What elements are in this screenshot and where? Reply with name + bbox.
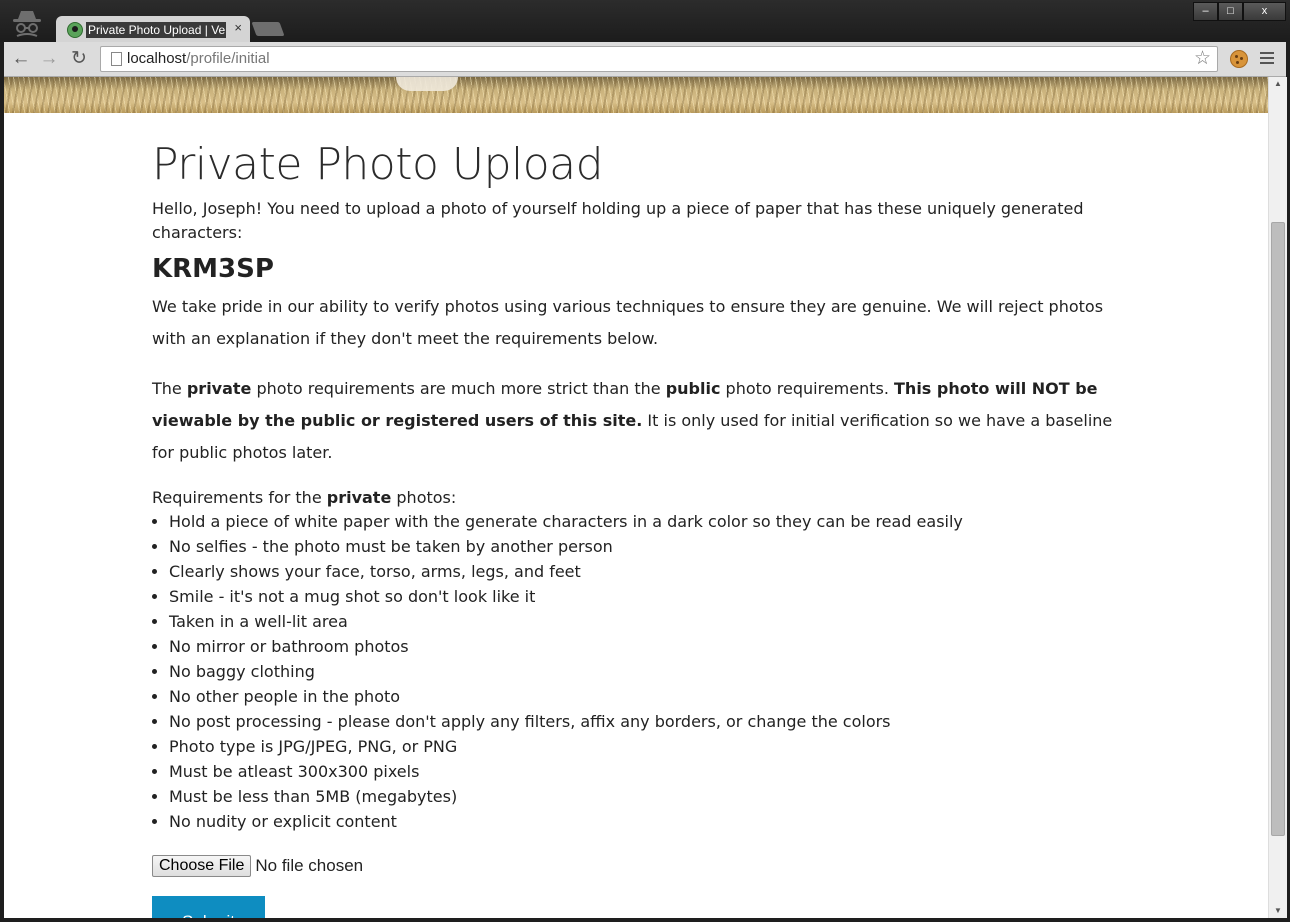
- new-tab-button[interactable]: [251, 22, 285, 36]
- main-content: Private Photo Upload Hello, Joseph! You …: [152, 113, 1132, 918]
- submit-button[interactable]: Submit: [152, 896, 265, 918]
- page-title: Private Photo Upload: [152, 139, 604, 190]
- cookie-extension-icon[interactable]: [1230, 50, 1248, 68]
- vertical-scrollbar[interactable]: ▲ ▼: [1268, 77, 1287, 918]
- file-input-row: Choose File No file chosen: [152, 855, 1132, 879]
- scroll-up-arrow-icon[interactable]: ▲: [1269, 77, 1287, 91]
- choose-file-button[interactable]: Choose File: [152, 855, 252, 877]
- header-banner-image: [4, 77, 1268, 113]
- url-host: localhost: [127, 50, 187, 67]
- page-icon: [111, 52, 122, 66]
- window-maximize-button[interactable]: □: [1218, 2, 1243, 21]
- req-intro-bold: private: [326, 488, 392, 507]
- file-status-text: No file chosen: [255, 856, 364, 875]
- requirement-item: No mirror or bathroom photos: [169, 634, 1132, 659]
- bookmark-star-icon[interactable]: ☆: [1194, 47, 1211, 70]
- verification-code: KRM3SP: [152, 254, 274, 284]
- strict-text-2: photo requirements are much more strict …: [251, 379, 666, 398]
- requirement-item: No other people in the photo: [169, 684, 1132, 709]
- greeting-text: Hello, Joseph! You need to upload a phot…: [152, 199, 1084, 242]
- url-text[interactable]: localhost/profile/initial: [127, 50, 270, 67]
- forward-icon[interactable]: →: [38, 48, 60, 70]
- strict-bold-public: public: [665, 379, 721, 398]
- requirement-item: Hold a piece of white paper with the gen…: [169, 509, 1132, 534]
- requirements-list: Hold a piece of white paper with the gen…: [152, 509, 1132, 834]
- window-titlebar: Private Photo Upload | Ve × – □ x: [0, 0, 1290, 44]
- strict-requirements-paragraph: The private photo requirements are much …: [152, 373, 1132, 469]
- requirement-item: Photo type is JPG/JPEG, PNG, or PNG: [169, 734, 1132, 759]
- browser-toolbar: ← → ↻ localhost/profile/initial ☆: [4, 42, 1286, 77]
- menu-icon[interactable]: [1260, 52, 1274, 67]
- incognito-icon: [13, 11, 41, 37]
- requirement-item: Taken in a well-lit area: [169, 609, 1132, 634]
- strict-text-3: photo requirements.: [720, 379, 895, 398]
- requirement-item: No selfies - the photo must be taken by …: [169, 534, 1132, 559]
- requirement-item: No nudity or explicit content: [169, 809, 1132, 834]
- scroll-down-arrow-icon[interactable]: ▼: [1269, 904, 1287, 918]
- req-intro-text-2: photos:: [391, 488, 457, 507]
- intro-paragraph: We take pride in our ability to verify p…: [152, 297, 1104, 348]
- address-bar[interactable]: localhost/profile/initial ☆: [100, 46, 1218, 72]
- scrollbar-thumb[interactable]: [1271, 222, 1285, 836]
- page-viewport: Private Photo Upload Hello, Joseph! You …: [4, 77, 1268, 918]
- back-icon[interactable]: ←: [10, 48, 32, 70]
- browser-tab[interactable]: Private Photo Upload | Ve ×: [56, 16, 250, 44]
- strict-bold-private: private: [186, 379, 252, 398]
- tab-close-icon[interactable]: ×: [234, 20, 242, 35]
- window-minimize-button[interactable]: –: [1193, 2, 1218, 21]
- site-favicon-icon: [67, 22, 83, 38]
- reload-icon[interactable]: ↻: [68, 48, 90, 70]
- strict-text-1: The: [152, 379, 187, 398]
- banner-figure: [396, 77, 458, 91]
- url-path: /profile/initial: [186, 50, 270, 67]
- window-close-button[interactable]: x: [1243, 2, 1286, 21]
- requirement-item: Must be less than 5MB (megabytes): [169, 784, 1132, 809]
- req-intro-text-1: Requirements for the: [152, 488, 327, 507]
- requirement-item: Smile - it's not a mug shot so don't loo…: [169, 584, 1132, 609]
- requirement-item: Must be atleast 300x300 pixels: [169, 759, 1132, 784]
- requirements-intro: Requirements for the private photos:: [152, 487, 1132, 509]
- requirement-item: Clearly shows your face, torso, arms, le…: [169, 559, 1132, 584]
- requirement-item: No post processing - please don't apply …: [169, 709, 1132, 734]
- requirement-item: No baggy clothing: [169, 659, 1132, 684]
- tab-title: Private Photo Upload | Ve: [86, 22, 226, 38]
